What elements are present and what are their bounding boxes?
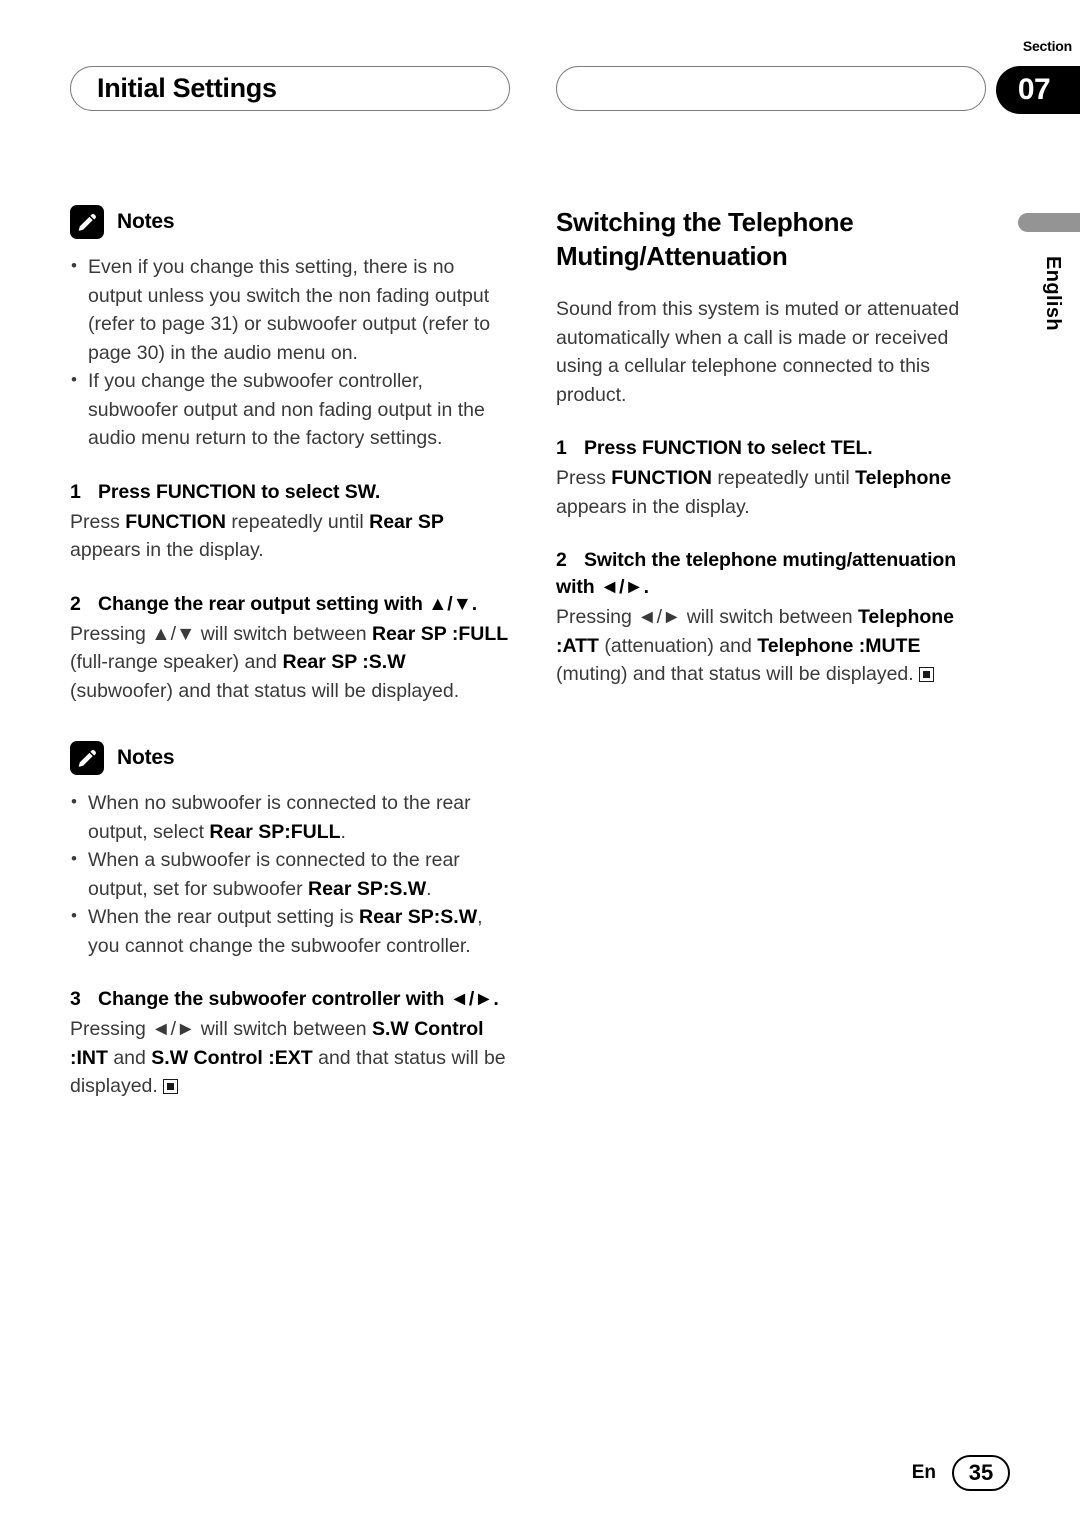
step-body: Press FUNCTION repeatedly until Telephon… bbox=[556, 467, 952, 518]
step-2-right: 2 Switch the telephone muting/attenuation… bbox=[556, 547, 996, 689]
step-number: 2 bbox=[70, 592, 81, 615]
step-body-text: Pressing ◄/► will switch between S.W Con… bbox=[70, 1018, 506, 1097]
section-number: 07 bbox=[1017, 73, 1051, 106]
section-heading: Switching the Telephone Muting/Attenuati… bbox=[556, 207, 854, 271]
list-item: When no subwoofer is connected to the re… bbox=[70, 788, 510, 846]
step-body: Pressing ◄/► will switch between Telepho… bbox=[556, 603, 996, 689]
step-number: 3 bbox=[70, 988, 81, 1010]
step-1-right: 1 Press FUNCTION to select TEL. Press FUN… bbox=[556, 435, 996, 521]
section-intro-paragraph: Sound from this system is muted or atten… bbox=[556, 298, 960, 406]
left-column: Notes Even if you change this setting, t… bbox=[70, 205, 510, 1101]
list-item: When the rear output setting is Rear SP:… bbox=[70, 902, 510, 960]
header-pill-right bbox=[556, 66, 986, 111]
step-heading-text: Press FUNCTION to select TEL. bbox=[584, 437, 873, 459]
pencil-icon bbox=[70, 205, 104, 239]
step-heading-text: Switch the telephone muting/attenuation … bbox=[556, 549, 957, 598]
manual-page: Section 07 Initial Settings English Note… bbox=[0, 0, 1080, 1533]
section-number-tab: 07 bbox=[996, 66, 1080, 114]
end-of-section-marker bbox=[162, 1079, 178, 1094]
list-item: When a subwoofer is connected to the rea… bbox=[70, 845, 510, 903]
step-heading: 1 Press FUNCTION to select TEL. bbox=[556, 435, 996, 462]
list-item: Even if you change this setting, there i… bbox=[70, 252, 510, 367]
step-body: Pressing ▲/▼ will switch between Rear SP… bbox=[70, 622, 509, 702]
step-heading: 2 Switch the telephone muting/attenuation… bbox=[556, 547, 996, 601]
pencil-icon bbox=[70, 741, 104, 775]
step-heading: 3 Change the subwoofer controller with ◄/… bbox=[70, 986, 510, 1013]
step-body-text: Pressing ◄/► will switch between Telepho… bbox=[556, 606, 955, 685]
step-body: Press FUNCTION repeatedly until Rear SP … bbox=[70, 510, 444, 562]
header-pill-left: Initial Settings bbox=[70, 66, 510, 111]
step-1-left: 1 Press FUNCTION to select SW. Press FUNC… bbox=[70, 479, 510, 565]
end-of-section-marker bbox=[918, 667, 934, 682]
step-heading-text: Change the rear output setting with ▲/▼. bbox=[98, 592, 478, 615]
step-heading: 1 Press FUNCTION to select SW. bbox=[70, 479, 510, 506]
language-tab-bar bbox=[1018, 213, 1080, 232]
step-heading: 2 Change the rear output setting with ▲/▼… bbox=[70, 591, 510, 618]
step-body: Pressing ◄/► will switch between S.W Con… bbox=[70, 1015, 510, 1101]
notes-label: Notes bbox=[117, 210, 175, 233]
list-item: If you change the subwoofer controller, … bbox=[70, 366, 510, 453]
step-number: 2 bbox=[556, 549, 567, 571]
notes-header-2: Notes bbox=[70, 741, 510, 775]
right-column: Switching the Telephone Muting/Attenuati… bbox=[556, 205, 996, 689]
language-label: English bbox=[1042, 256, 1064, 332]
page-footer: En 35 bbox=[912, 1455, 1010, 1491]
footer-language-code: En bbox=[911, 1462, 936, 1483]
step-number: 1 bbox=[556, 437, 567, 459]
page-title: Initial Settings bbox=[97, 73, 277, 103]
notes-label: Notes bbox=[117, 746, 175, 769]
step-number: 1 bbox=[70, 480, 81, 503]
page-number-badge: 35 bbox=[952, 1455, 1010, 1491]
notes-bullet-list-1: Even if you change this setting, there i… bbox=[70, 252, 510, 453]
step-2-left: 2 Change the rear output setting with ▲/▼… bbox=[70, 591, 510, 706]
notes-bullet-list-2: When no subwoofer is connected to the re… bbox=[70, 788, 510, 960]
section-label: Section bbox=[1022, 38, 1072, 54]
notes-header-1: Notes bbox=[70, 205, 510, 239]
step-3-left: 3 Change the subwoofer controller with ◄/… bbox=[70, 986, 510, 1101]
step-heading-text: Change the subwoofer controller with ◄/►… bbox=[98, 988, 499, 1010]
step-heading-text: Press FUNCTION to select SW. bbox=[98, 480, 381, 503]
